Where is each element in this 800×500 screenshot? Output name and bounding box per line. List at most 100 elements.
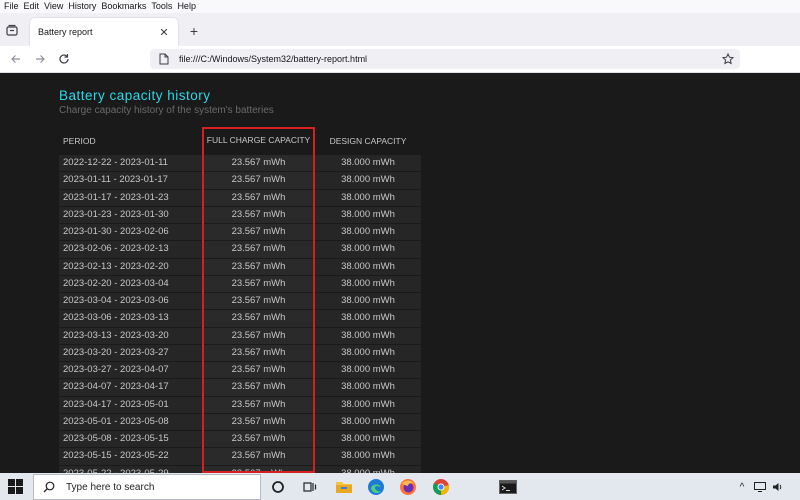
full-charge-cell: 23.567 mWh — [202, 293, 315, 311]
table-row: 2023-03-06 - 2023-03-13 23.567 mWh 38.000 … — [59, 310, 421, 328]
back-icon[interactable] — [8, 51, 24, 67]
period-cell: 2023-01-23 - 2023-01-30 — [59, 206, 202, 224]
period-cell: 2023-03-27 - 2023-04-07 — [59, 362, 202, 380]
full-charge-cell: 23.567 mWh — [202, 224, 315, 242]
full-charge-cell: 23.567 mWh — [202, 310, 315, 328]
search-icon — [42, 480, 56, 494]
design-capacity-cell: 38.000 mWh — [315, 275, 421, 293]
tab-title: Battery report — [38, 27, 93, 37]
tray-chevron-icon[interactable]: ^ — [736, 481, 748, 493]
tab-battery-report[interactable]: Battery report ✕ — [30, 18, 178, 46]
page-content: Battery capacity history Charge capacity… — [0, 73, 800, 473]
design-capacity-cell: 38.000 mWh — [315, 448, 421, 466]
table-row: 2023-02-06 - 2023-02-13 23.567 mWh 38.000 … — [59, 241, 421, 259]
edge-icon[interactable] — [366, 477, 386, 497]
design-capacity-cell: 38.000 mWh — [315, 327, 421, 345]
menu-bar: File Edit View History Bookmarks Tools H… — [0, 0, 800, 13]
table-header-row: PERIOD FULL CHARGE CAPACITY DESIGN CAPAC… — [59, 126, 421, 155]
menu-history[interactable]: History — [65, 0, 98, 13]
full-charge-cell: 23.567 mWh — [202, 172, 315, 190]
taskbar-search-box[interactable]: Type here to search — [33, 474, 261, 500]
design-capacity-cell: 38.000 mWh — [315, 172, 421, 190]
full-charge-cell: 23.567 mWh — [202, 275, 315, 293]
period-cell: 2023-02-13 - 2023-02-20 — [59, 258, 202, 276]
design-capacity-cell: 38.000 mWh — [315, 413, 421, 431]
page-icon — [158, 53, 170, 65]
full-charge-cell: 23.567 mWh — [202, 413, 315, 431]
table-row: 2023-02-20 - 2023-03-04 23.567 mWh 38.000 … — [59, 275, 421, 293]
period-cell: 2023-05-08 - 2023-05-15 — [59, 431, 202, 449]
column-header-period: PERIOD — [63, 135, 96, 146]
period-cell: 2023-05-15 - 2023-05-22 — [59, 448, 202, 466]
cortana-icon[interactable] — [268, 477, 288, 497]
windows-start-icon[interactable] — [8, 479, 23, 494]
table-row: 2023-03-13 - 2023-03-20 23.567 mWh 38.000 … — [59, 327, 421, 345]
capacity-history-table: PERIOD FULL CHARGE CAPACITY DESIGN CAPAC… — [59, 126, 421, 473]
table-row: 2023-03-20 - 2023-03-27 23.567 mWh 38.000 … — [59, 344, 421, 362]
full-charge-cell: 23.567 mWh — [202, 241, 315, 259]
table-row: 2023-04-07 - 2023-04-17 23.567 mWh 38.000 … — [59, 379, 421, 397]
design-capacity-cell: 38.000 mWh — [315, 224, 421, 242]
full-charge-cell: 23.567 mWh — [202, 396, 315, 414]
table-row: 2023-04-17 - 2023-05-01 23.567 mWh 38.000 … — [59, 396, 421, 414]
design-capacity-cell: 38.000 mWh — [315, 258, 421, 276]
menu-file[interactable]: File — [0, 0, 21, 13]
period-cell: 2023-03-13 - 2023-03-20 — [59, 327, 202, 345]
full-charge-cell: 23.567 mWh — [202, 362, 315, 380]
full-charge-cell: 23.567 mWh — [202, 258, 315, 276]
table-row: 2023-03-04 - 2023-03-06 23.567 mWh 38.000 … — [59, 293, 421, 311]
tab-strip: Battery report ✕ + — [0, 13, 800, 46]
design-capacity-cell: 38.000 mWh — [315, 206, 421, 224]
design-capacity-cell: 38.000 mWh — [315, 465, 421, 473]
design-capacity-cell: 38.000 mWh — [315, 293, 421, 311]
table-row: 2023-01-17 - 2023-01-23 23.567 mWh 38.000 … — [59, 189, 421, 207]
design-capacity-cell: 38.000 mWh — [315, 379, 421, 397]
table-row: 2023-01-11 - 2023-01-17 23.567 mWh 38.000 … — [59, 172, 421, 190]
task-view-icon[interactable] — [300, 477, 320, 497]
bookmark-star-icon[interactable] — [721, 52, 735, 66]
full-charge-cell: 23.567 mWh — [202, 448, 315, 466]
menu-edit[interactable]: Edit — [21, 0, 42, 13]
period-cell: 2023-03-20 - 2023-03-27 — [59, 344, 202, 362]
period-cell: 2023-02-20 - 2023-03-04 — [59, 275, 202, 293]
full-charge-cell: 23.567 mWh — [202, 431, 315, 449]
menu-tools[interactable]: Tools — [148, 0, 174, 13]
period-cell: 2023-04-17 - 2023-05-01 — [59, 396, 202, 414]
table-row: 2023-05-01 - 2023-05-08 23.567 mWh 38.000 … — [59, 413, 421, 431]
firefox-icon[interactable] — [398, 477, 418, 497]
speaker-icon[interactable] — [772, 481, 784, 493]
search-placeholder: Type here to search — [66, 481, 155, 493]
url-bar[interactable]: file:///C:/Windows/System32/battery-repo… — [150, 49, 740, 69]
taskbar: Type here to search ^ — [0, 473, 800, 500]
table-body: 2022-12-22 - 2023-01-11 23.567 mWh 38.000 … — [59, 155, 421, 473]
menu-help[interactable]: Help — [174, 0, 198, 13]
reload-icon[interactable] — [56, 51, 72, 67]
network-icon[interactable] — [754, 481, 766, 493]
design-capacity-cell: 38.000 mWh — [315, 310, 421, 328]
file-explorer-icon[interactable] — [334, 477, 354, 497]
period-cell: 2023-05-22 - 2023-05-29 — [59, 465, 202, 473]
terminal-icon[interactable] — [498, 477, 518, 497]
full-charge-cell: 23.567 mWh — [202, 465, 315, 473]
design-capacity-cell: 38.000 mWh — [315, 155, 421, 173]
column-header-full-charge: FULL CHARGE CAPACITY — [206, 135, 311, 145]
close-icon[interactable]: ✕ — [156, 24, 172, 40]
period-cell: 2023-03-04 - 2023-03-06 — [59, 293, 202, 311]
tab-overview-icon[interactable] — [4, 22, 20, 38]
plus-icon[interactable]: + — [186, 23, 202, 39]
period-cell: 2023-02-06 - 2023-02-13 — [59, 241, 202, 259]
menu-view[interactable]: View — [41, 0, 65, 13]
url-text[interactable]: file:///C:/Windows/System32/battery-repo… — [179, 54, 721, 64]
full-charge-cell: 23.567 mWh — [202, 155, 315, 173]
forward-icon[interactable] — [32, 51, 48, 67]
full-charge-cell: 23.567 mWh — [202, 344, 315, 362]
full-charge-cell: 23.567 mWh — [202, 206, 315, 224]
full-charge-cell: 23.567 mWh — [202, 327, 315, 345]
table-row: 2023-01-23 - 2023-01-30 23.567 mWh 38.000 … — [59, 206, 421, 224]
period-cell: 2023-01-17 - 2023-01-23 — [59, 189, 202, 207]
chrome-icon[interactable] — [431, 477, 451, 497]
menu-bookmarks[interactable]: Bookmarks — [98, 0, 148, 13]
table-row: 2023-05-22 - 2023-05-29 23.567 mWh 38.000 … — [59, 465, 421, 473]
design-capacity-cell: 38.000 mWh — [315, 189, 421, 207]
period-cell: 2023-03-06 - 2023-03-13 — [59, 310, 202, 328]
